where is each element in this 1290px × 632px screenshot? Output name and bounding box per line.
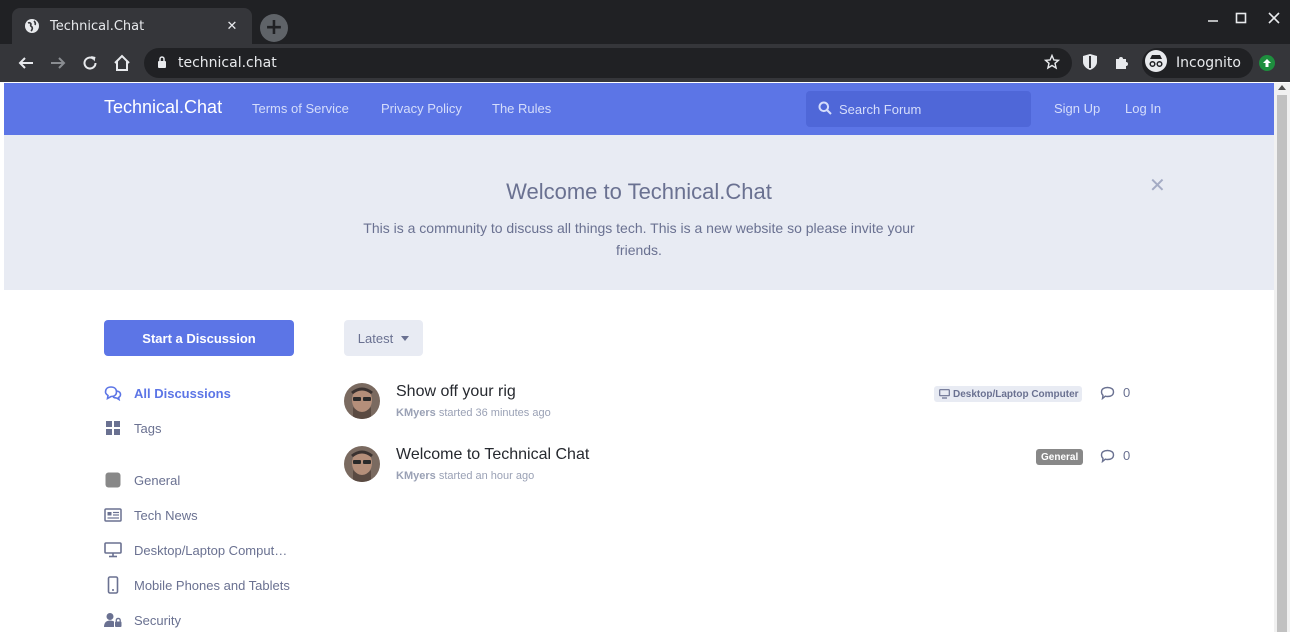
reply-count[interactable]: 0 bbox=[1100, 385, 1130, 400]
welcome-hero: Welcome to Technical.Chat This is a comm… bbox=[4, 135, 1274, 290]
discussion-author[interactable]: KMyers bbox=[396, 470, 436, 482]
shield-extension-icon[interactable] bbox=[1082, 53, 1098, 75]
browser-tab[interactable]: Technical.Chat ✕ bbox=[12, 8, 252, 44]
scrollbar-thumb[interactable] bbox=[1277, 95, 1287, 632]
discussion-meta: KMyers started an hour ago bbox=[396, 470, 534, 482]
tag-label: General bbox=[1041, 451, 1079, 463]
sidebar-item-mobile-phones[interactable]: Mobile Phones and Tablets bbox=[104, 575, 290, 595]
bookmark-star-icon[interactable] bbox=[1043, 53, 1061, 74]
incognito-icon bbox=[1144, 49, 1168, 77]
forum-page: Technical.Chat Terms of Service Privacy … bbox=[4, 83, 1274, 632]
nav-privacy-policy[interactable]: Privacy Policy bbox=[381, 101, 462, 116]
address-url: technical.chat bbox=[178, 55, 277, 71]
discussion-item[interactable]: Welcome to Technical Chat KMyers started… bbox=[344, 446, 1134, 498]
sidebar-item-tech-news[interactable]: Tech News bbox=[104, 505, 198, 525]
home-icon[interactable] bbox=[111, 52, 133, 74]
reply-count-value: 0 bbox=[1123, 385, 1131, 400]
tag-label: Desktop/Laptop Computer bbox=[953, 388, 1079, 400]
desktop-icon bbox=[939, 389, 950, 399]
sidebar-item-label: Desktop/Laptop Comput… bbox=[134, 542, 288, 558]
close-window-icon[interactable] bbox=[1264, 12, 1284, 28]
minimize-icon[interactable] bbox=[1203, 12, 1223, 28]
sidebar-item-all-discussions[interactable]: All Discussions bbox=[104, 383, 231, 403]
discussion-started: started 36 minutes ago bbox=[438, 407, 551, 419]
comment-icon bbox=[1100, 449, 1115, 463]
discussion-item[interactable]: Show off your rig KMyers started 36 minu… bbox=[344, 383, 1134, 435]
start-discussion-button[interactable]: Start a Discussion bbox=[104, 320, 294, 356]
sidebar-item-label: All Discussions bbox=[134, 385, 231, 401]
mobile-icon bbox=[104, 576, 122, 594]
sidebar-item-desktop-laptop[interactable]: Desktop/Laptop Comput… bbox=[104, 540, 287, 560]
sort-label: Latest bbox=[357, 330, 394, 346]
tag-badge[interactable]: Desktop/Laptop Computer bbox=[934, 386, 1082, 402]
newspaper-icon bbox=[104, 506, 122, 524]
reply-count[interactable]: 0 bbox=[1100, 448, 1130, 463]
hero-description: This is a community to discuss all thing… bbox=[363, 220, 915, 258]
search-icon bbox=[818, 100, 832, 119]
site-header: Technical.Chat Terms of Service Privacy … bbox=[4, 83, 1274, 135]
user-lock-icon bbox=[104, 611, 122, 629]
site-logo[interactable]: Technical.Chat bbox=[104, 97, 222, 118]
avatar[interactable] bbox=[344, 383, 380, 419]
sidebar-item-label: Security bbox=[134, 612, 181, 628]
nav-terms-of-service[interactable]: Terms of Service bbox=[252, 101, 349, 116]
caret-down-icon bbox=[401, 335, 410, 341]
forward-icon[interactable] bbox=[47, 52, 69, 74]
avatar[interactable] bbox=[344, 446, 380, 482]
tag-badge[interactable]: General bbox=[1036, 449, 1084, 465]
square-tag-icon bbox=[104, 471, 122, 489]
search-input[interactable]: Search Forum bbox=[806, 91, 1031, 127]
log-in-link[interactable]: Log In bbox=[1125, 101, 1161, 116]
maximize-icon[interactable] bbox=[1231, 12, 1251, 28]
incognito-label: Incognito bbox=[1176, 55, 1241, 71]
discussion-title[interactable]: Welcome to Technical Chat bbox=[396, 446, 589, 464]
sign-up-link[interactable]: Sign Up bbox=[1054, 101, 1100, 116]
nav-the-rules[interactable]: The Rules bbox=[492, 101, 551, 116]
incognito-profile-button[interactable]: Incognito bbox=[1142, 48, 1253, 78]
sidebar-item-tags[interactable]: Tags bbox=[104, 418, 161, 438]
browser-tab-strip: Technical.Chat ✕ + bbox=[0, 0, 1290, 44]
address-bar[interactable]: technical.chat bbox=[144, 48, 1072, 78]
reply-count-value: 0 bbox=[1123, 448, 1131, 463]
new-tab-button[interactable]: + bbox=[260, 14, 288, 42]
sidebar-item-security[interactable]: Security bbox=[104, 610, 181, 630]
discussion-started: started an hour ago bbox=[438, 470, 535, 482]
hero-title: Welcome to Technical.Chat bbox=[506, 179, 772, 204]
close-tab-icon[interactable]: ✕ bbox=[224, 19, 240, 34]
sort-dropdown[interactable]: Latest bbox=[344, 320, 423, 356]
reload-icon[interactable] bbox=[79, 52, 101, 74]
scroll-up-arrow-icon[interactable] bbox=[1278, 85, 1286, 90]
close-icon[interactable]: ✕ bbox=[1149, 173, 1166, 197]
desktop-icon bbox=[104, 541, 122, 559]
extensions-puzzle-icon[interactable] bbox=[1113, 53, 1131, 75]
sidebar-item-label: Tags bbox=[134, 420, 162, 436]
sidebar-item-general[interactable]: General bbox=[104, 470, 180, 490]
grid-icon bbox=[104, 419, 122, 437]
sidebar-item-label: General bbox=[134, 472, 181, 488]
globe-icon bbox=[24, 18, 40, 34]
sidebar-item-label: Mobile Phones and Tablets bbox=[134, 577, 290, 593]
discussion-meta: KMyers started 36 minutes ago bbox=[396, 407, 551, 419]
tab-title: Technical.Chat bbox=[50, 18, 145, 34]
discussion-author[interactable]: KMyers bbox=[396, 407, 436, 419]
back-icon[interactable] bbox=[15, 52, 37, 74]
discussion-title[interactable]: Show off your rig bbox=[396, 383, 516, 401]
browser-toolbar: technical.chat Incognito bbox=[0, 44, 1290, 82]
sidebar-item-label: Tech News bbox=[134, 507, 198, 523]
page-scrollbar[interactable] bbox=[1274, 83, 1290, 632]
search-placeholder: Search Forum bbox=[839, 101, 922, 117]
comment-icon bbox=[1100, 386, 1115, 400]
lock-icon bbox=[156, 54, 168, 73]
update-arrow-icon[interactable] bbox=[1259, 55, 1275, 71]
comments-icon bbox=[104, 384, 122, 402]
